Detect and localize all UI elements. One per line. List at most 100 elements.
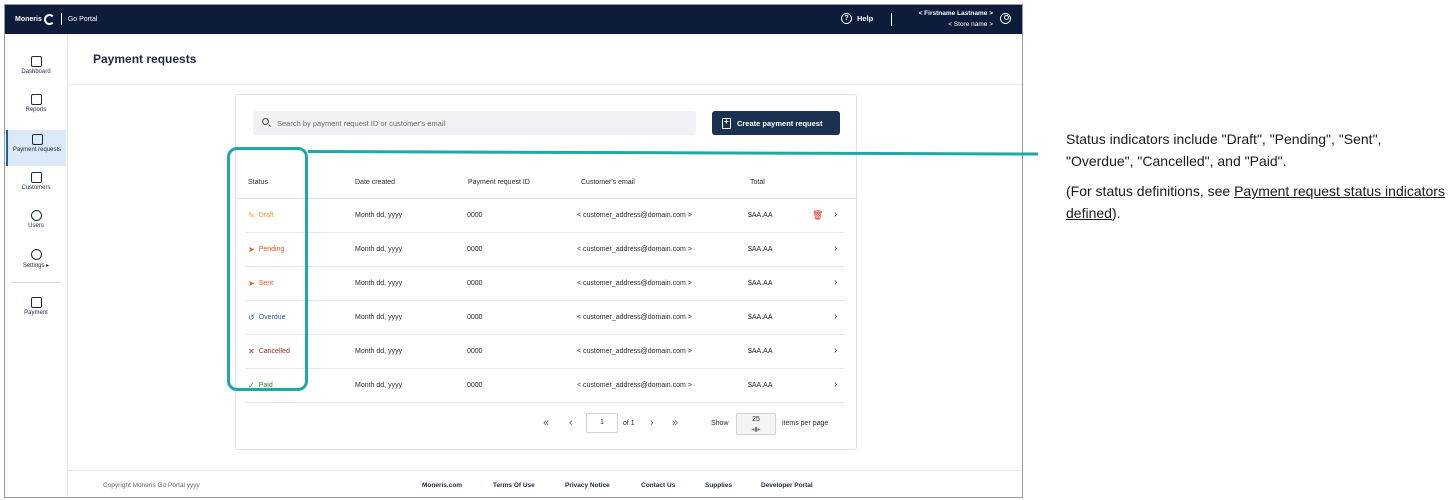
customer-email: < customer_address@domain.com > — [577, 212, 692, 219]
table-row[interactable]: ↺ Overdue Month dd, yyyy 0000 < customer_add… — [246, 301, 844, 335]
items-per-page-select[interactable]: 25 ◂▮▸ — [736, 413, 776, 435]
logo-divider — [60, 13, 62, 25]
column-header-id[interactable]: Payment request ID — [468, 179, 530, 186]
logo-product: Go Portal — [67, 15, 98, 23]
customer-email: < customer_address@domain.com > — [577, 280, 692, 287]
date-created: Month dd, yyyy — [355, 382, 403, 389]
date-created: Month dd, yyyy — [355, 314, 403, 321]
sidebar-item-label: Users — [28, 223, 44, 229]
sidebar-item-label: Payment — [24, 310, 48, 316]
moneris-logo-icon — [43, 13, 55, 25]
sidebar-divider — [11, 282, 61, 283]
annotation-callout: Status indicators include "Draft", "Pend… — [1066, 128, 1450, 232]
next-page-button[interactable]: › — [650, 417, 654, 429]
table-row[interactable]: ✕ Cancelled Month dd, yyyy 0000 < customer_a… — [246, 335, 844, 369]
table-row[interactable]: ✓ Paid Month dd, yyyy 0000 < customer_addres… — [246, 369, 844, 403]
sidebar-item-payment-requests[interactable]: Payment requests — [6, 130, 66, 166]
date-created: Month dd, yyyy — [355, 246, 403, 253]
annotation-suffix: ). — [1111, 205, 1121, 221]
title-divider — [68, 84, 1022, 85]
annotation-reference: (For status definitions, see Payment req… — [1066, 180, 1450, 224]
total-amount: $AA.AA — [748, 314, 773, 321]
table-row[interactable]: ➤ Pending Month dd, yyyy 0000 < customer_add… — [246, 233, 844, 267]
new-document-icon — [722, 117, 731, 129]
create-payment-request-button[interactable]: Create payment request — [712, 111, 840, 135]
gear-icon — [30, 249, 42, 260]
chevron-right-icon[interactable]: › — [834, 209, 837, 220]
search-bar[interactable] — [253, 111, 696, 135]
payment-request-id: 0000 — [467, 314, 483, 321]
sidebar-item-label: Dashboard — [21, 69, 51, 75]
sidebar-item-label: Payment requests — [12, 147, 62, 153]
search-input[interactable] — [277, 111, 687, 135]
payment-requests-table: Status Date created Payment request ID C… — [236, 166, 858, 403]
chevron-right-icon[interactable]: › — [834, 379, 837, 390]
sidebar-item-payment[interactable]: Payment — [6, 293, 66, 329]
help-button[interactable]: ? Help — [841, 13, 873, 24]
status-column-highlight — [227, 147, 308, 391]
annotation-text: Status indicators include "Draft", "Pend… — [1066, 131, 1382, 169]
user-avatar-icon[interactable] — [1000, 13, 1011, 24]
sidebar: Dashboard Reports Payment requests Custo… — [5, 34, 68, 497]
column-header-total[interactable]: Total — [750, 179, 765, 186]
chevron-right-icon[interactable]: › — [834, 345, 837, 356]
sidebar-item-label: Customers — [21, 185, 51, 191]
customer-email: < customer_address@domain.com > — [577, 314, 692, 321]
table-row[interactable]: ✎ Draft Month dd, yyyy 0000 < customer_addre… — [246, 199, 844, 233]
footer-link-terms[interactable]: Terms Of Use — [493, 482, 535, 489]
scroll-handle-icon: ◂▮▸ — [751, 427, 761, 433]
pagination: « ‹ 1 of 1 › » Show 25 ◂▮▸ items per pag… — [236, 413, 858, 435]
footer-link-contact[interactable]: Contact Us — [641, 482, 675, 489]
payment-request-id: 0000 — [467, 212, 483, 219]
show-label: Show — [711, 420, 729, 427]
sidebar-item-customers[interactable]: Customers — [6, 168, 66, 204]
trash-icon[interactable]: 🗑 — [812, 210, 823, 221]
sidebar-item-dashboard[interactable]: Dashboard — [6, 52, 66, 88]
table-row[interactable]: ➤ Sent Month dd, yyyy 0000 < customer_addres… — [246, 267, 844, 301]
user-menu[interactable]: < Firstname Lastname > < Store name > — [885, 8, 993, 30]
chevron-right-icon[interactable]: › — [834, 311, 837, 322]
chevron-right-icon[interactable]: › — [834, 243, 837, 254]
footer-link-supplies[interactable]: Supplies — [705, 482, 732, 489]
page-number-input[interactable]: 1 — [586, 413, 618, 433]
sidebar-item-label: Reports — [25, 107, 47, 113]
users-icon — [30, 210, 42, 221]
date-created: Month dd, yyyy — [355, 348, 403, 355]
annotation-prefix: (For status definitions, see — [1066, 183, 1235, 199]
page-count: of 1 — [623, 420, 635, 427]
app-window: Moneris Go Portal ? Help < Firstname Las… — [4, 4, 1023, 498]
sidebar-item-settings[interactable]: Settings ▸ — [6, 245, 66, 281]
help-icon: ? — [841, 13, 852, 24]
date-created: Month dd, yyyy — [355, 280, 403, 287]
footer-link-moneris[interactable]: Moneris.com — [422, 482, 462, 489]
page-title: Payment requests — [93, 52, 197, 66]
column-header-date[interactable]: Date created — [355, 179, 395, 186]
total-amount: $AA.AA — [748, 246, 773, 253]
customer-email: < customer_address@domain.com > — [577, 246, 692, 253]
date-created: Month dd, yyyy — [355, 212, 403, 219]
copyright: Copyright Moneris Go Portal yyyy — [103, 482, 200, 489]
payment-request-id: 0000 — [467, 382, 483, 389]
sidebar-item-users[interactable]: Users — [6, 206, 66, 242]
last-page-button[interactable]: » — [672, 417, 678, 429]
footer-link-developer-portal[interactable]: Developer Portal — [761, 482, 813, 489]
sidebar-item-reports[interactable]: Reports — [6, 90, 66, 126]
total-amount: $AA.AA — [748, 382, 773, 389]
customer-email: < customer_address@domain.com > — [577, 348, 692, 355]
payment-request-id: 0000 — [467, 348, 483, 355]
dashboard-icon — [30, 56, 42, 67]
total-amount: $AA.AA — [748, 212, 773, 219]
first-page-button[interactable]: « — [543, 417, 549, 429]
footer-link-privacy[interactable]: Privacy Notice — [565, 482, 610, 489]
help-label: Help — [857, 14, 874, 23]
logo[interactable]: Moneris Go Portal — [15, 13, 97, 25]
items-per-page-label: items per page — [782, 420, 829, 427]
store-name: < Store name > — [948, 21, 993, 28]
chevron-right-icon[interactable]: › — [834, 277, 837, 288]
table-header: Status Date created Payment request ID C… — [236, 166, 858, 199]
column-header-email[interactable]: Customer's email — [581, 179, 635, 186]
reports-icon — [30, 94, 42, 105]
customers-icon — [30, 172, 42, 183]
prev-page-button[interactable]: ‹ — [569, 417, 573, 429]
payment-request-id: 0000 — [467, 280, 483, 287]
